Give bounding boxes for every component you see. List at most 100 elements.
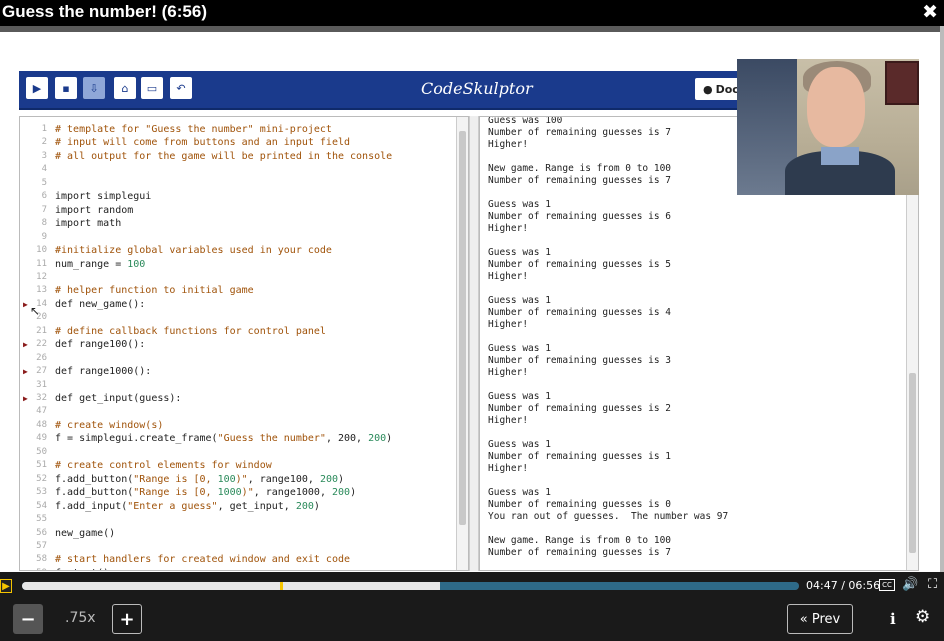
code-text: f.start() bbox=[55, 567, 109, 570]
code-text: f.add_input("Enter a guess", get_input, … bbox=[55, 500, 320, 512]
docs-label: Doc bbox=[715, 82, 739, 96]
line-number: 31 bbox=[36, 379, 47, 390]
code-line: 6 import simplegui bbox=[20, 190, 430, 203]
code-editor[interactable]: 1 # template for "Guess the number" mini-… bbox=[19, 116, 469, 571]
console-line: Higher! bbox=[488, 223, 529, 234]
code-text: import random bbox=[55, 204, 134, 216]
line-number: 26 bbox=[36, 352, 47, 363]
code-text: # create window(s) bbox=[55, 419, 164, 431]
seek-progress bbox=[22, 582, 441, 590]
close-icon[interactable]: ✖ bbox=[922, 1, 938, 23]
console-line: Number of remaining guesses is 0 bbox=[488, 499, 672, 510]
code-text: f = simplegui.create_frame("Guess the nu… bbox=[55, 433, 393, 445]
console-line: Higher! bbox=[488, 139, 529, 150]
code-line: 54 f.add_input("Enter a guess", get_input… bbox=[20, 500, 430, 513]
code-text: # start handlers for created window and … bbox=[55, 554, 351, 566]
editor-scrollbar[interactable] bbox=[456, 117, 468, 570]
info-icon[interactable]: ℹ bbox=[890, 610, 896, 628]
undo-icon[interactable]: ↶ bbox=[170, 77, 192, 99]
save-icon[interactable]: ▪ bbox=[55, 77, 77, 99]
code-line: 3 # all output for the game will be print… bbox=[20, 150, 430, 163]
title-bar: Guess the number! (6:56) ✖ bbox=[0, 0, 944, 26]
download-icon[interactable]: ⇩ bbox=[83, 77, 105, 99]
code-text: def new_game(): bbox=[55, 298, 146, 310]
console-line: Number of remaining guesses is 4 bbox=[488, 307, 672, 318]
console-line: Higher! bbox=[488, 271, 529, 282]
line-number: 10 bbox=[36, 245, 47, 256]
line-number: 1 bbox=[41, 124, 47, 134]
code-line: 31 bbox=[20, 379, 430, 392]
gear-icon[interactable]: ⚙ bbox=[915, 607, 930, 627]
code-line: 5 bbox=[20, 177, 430, 190]
line-number: 6 bbox=[41, 191, 47, 202]
console-line: Number of remaining guesses is 7 bbox=[488, 175, 672, 186]
line-number: 50 bbox=[36, 446, 47, 457]
console-scroll-thumb[interactable] bbox=[909, 373, 916, 553]
console-line: Number of remaining guesses is 1 bbox=[488, 451, 672, 462]
reset-icon[interactable]: ⌂ bbox=[114, 77, 136, 99]
run-icon[interactable]: ▶ bbox=[26, 77, 48, 99]
console-line: Higher! bbox=[488, 415, 529, 426]
line-number: 53 bbox=[36, 487, 47, 498]
code-line: 52 f.add_button("Range is [0, 100)", rang… bbox=[20, 473, 430, 486]
code-line: 13 # helper function to initial game bbox=[20, 284, 430, 297]
top-divider bbox=[0, 26, 944, 32]
console-line: Number of remaining guesses is 3 bbox=[488, 355, 672, 366]
code-text: # all output for the game will be printe… bbox=[55, 150, 393, 162]
console-line: Guess was 1 bbox=[488, 439, 551, 450]
console-line: Number of remaining guesses is 6 bbox=[488, 211, 672, 222]
speed-increase-button[interactable]: + bbox=[112, 604, 142, 634]
code-line: 50 bbox=[20, 446, 430, 459]
console-line: Guess was 1 bbox=[488, 487, 551, 498]
presenter-collar bbox=[821, 147, 859, 165]
time-display: 04:47 / 06:56 bbox=[806, 579, 881, 592]
console-line: Number of remaining guesses is 7 bbox=[488, 127, 672, 138]
line-number: 12 bbox=[36, 271, 47, 282]
code-line: 4 bbox=[20, 163, 430, 176]
line-number: 5 bbox=[41, 177, 47, 188]
player-controls: ▶ 04:47 / 06:56 CC 🔊 ⛶ − .75x + « Prev ℹ… bbox=[0, 572, 944, 641]
pane-splitter[interactable] bbox=[469, 116, 479, 571]
console-line: Guess was 1 bbox=[488, 295, 551, 306]
video-title: Guess the number! (6:56) bbox=[2, 2, 207, 21]
webcam-overlay bbox=[737, 59, 919, 195]
code-text: num_range = 100 bbox=[55, 258, 146, 270]
code-text: # define callback functions for control … bbox=[55, 325, 326, 337]
code-line: 11 num_range = 100 bbox=[20, 258, 430, 271]
video-frame[interactable]: ▶ ▪ ⇩ ⌂ ▭ ↶ CodeSkulptor ● Doc 1 # templat… bbox=[0, 26, 944, 572]
console-line: New game. Range is from 0 to 100 bbox=[488, 163, 672, 174]
console-line: Guess was 1 bbox=[488, 199, 551, 210]
seek-bar[interactable] bbox=[22, 582, 799, 590]
line-number: 21 bbox=[36, 325, 47, 336]
code-text: import simplegui bbox=[55, 191, 152, 203]
code-line: 58 # start handlers for created window an… bbox=[20, 553, 430, 566]
line-number: 58 bbox=[36, 554, 47, 565]
open-icon[interactable]: ▭ bbox=[141, 77, 163, 99]
captions-icon[interactable]: CC bbox=[879, 579, 895, 591]
console-line: Higher! bbox=[488, 319, 529, 330]
code-line: 51 # create control elements for window bbox=[20, 459, 430, 472]
prev-button[interactable]: « Prev bbox=[787, 604, 853, 634]
code-line: 1 # template for "Guess the number" mini-… bbox=[20, 123, 430, 136]
code-text: # input will come from buttons and an in… bbox=[55, 137, 351, 149]
code-text: def get_input(guess): bbox=[55, 393, 182, 404]
codeskulptor-title: CodeSkulptor bbox=[421, 79, 533, 98]
line-number: 27 bbox=[36, 366, 47, 377]
line-number: 56 bbox=[36, 527, 47, 538]
line-number: 32 bbox=[36, 393, 47, 403]
speed-decrease-button[interactable]: − bbox=[13, 604, 43, 634]
play-icon[interactable]: ▶ bbox=[0, 579, 12, 593]
code-line: 10 #initialize global variables used in y… bbox=[20, 244, 430, 257]
code-text: #initialize global variables used in you… bbox=[55, 245, 332, 257]
fullscreen-icon[interactable]: ⛶ bbox=[928, 577, 937, 592]
code-text: # helper function to initial game bbox=[55, 285, 254, 297]
line-number: 47 bbox=[36, 406, 47, 417]
code-line: 57 bbox=[20, 540, 430, 553]
webcam-background-picture bbox=[885, 61, 919, 105]
line-number: 54 bbox=[36, 500, 47, 511]
line-number: 2 bbox=[41, 137, 47, 148]
code-text: def range1000(): bbox=[55, 366, 152, 378]
volume-icon[interactable]: 🔊 bbox=[902, 577, 918, 592]
editor-scroll-thumb[interactable] bbox=[459, 131, 466, 525]
seek-marker bbox=[280, 582, 283, 590]
